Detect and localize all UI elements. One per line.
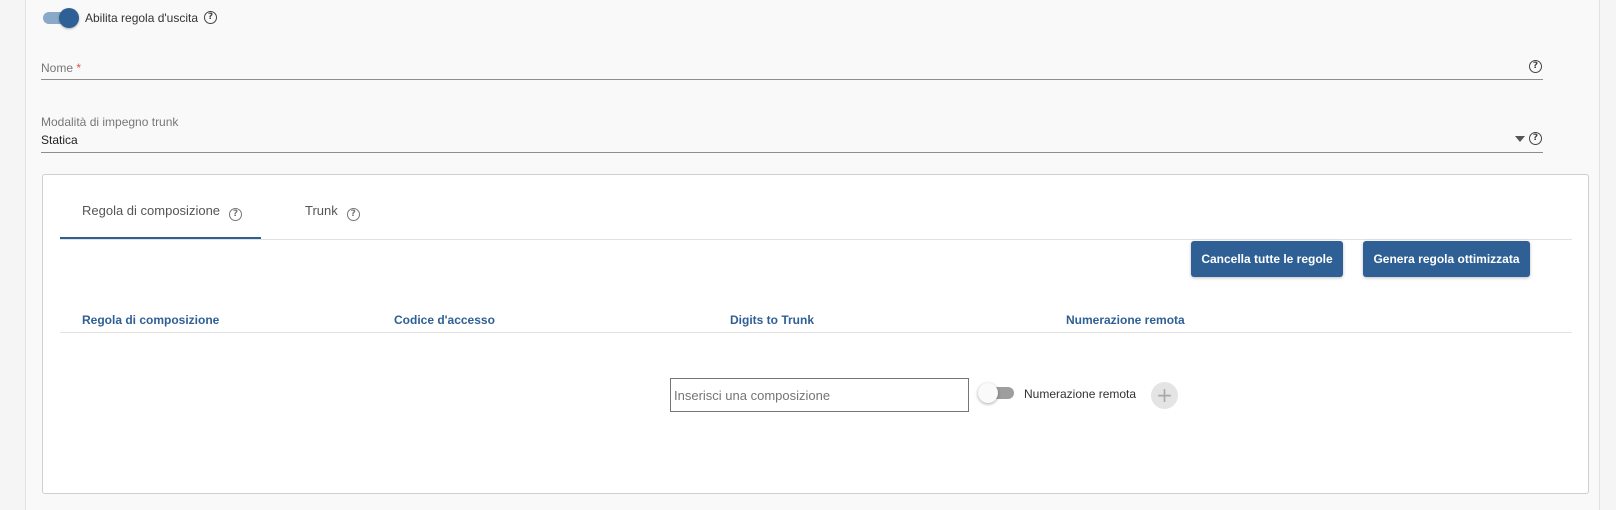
remote-numbering-toggle[interactable] (978, 383, 1014, 403)
toggle-knob (59, 8, 79, 28)
name-field[interactable] (41, 79, 1543, 80)
column-header-digits-to-trunk: Digits to Trunk (730, 313, 814, 327)
question-circle-icon[interactable]: ? (204, 11, 217, 24)
plus-icon[interactable]: + (1151, 382, 1178, 409)
active-tab-indicator (60, 237, 261, 239)
enable-rule-label: Abilita regola d'uscita (85, 11, 199, 25)
question-circle-icon[interactable]: ? (1529, 132, 1542, 145)
trunk-mode-select[interactable]: Statica (41, 133, 78, 147)
trunk-mode-underline (41, 152, 1543, 153)
question-circle-icon[interactable]: ? (1529, 60, 1542, 73)
required-mark: * (76, 61, 82, 75)
enable-rule-toggle[interactable] (43, 8, 79, 28)
column-header-dial-rule: Regola di composizione (82, 313, 220, 327)
table-header-divider (60, 332, 1572, 333)
question-circle-icon[interactable]: ? (229, 208, 243, 221)
remote-numbering-label: Numerazione remota (1024, 387, 1137, 401)
tab-label: Trunk (305, 203, 338, 218)
tab-label: Regola di composizione (82, 203, 221, 218)
column-header-access-code: Codice d'accesso (394, 313, 495, 327)
caret-down-icon[interactable] (1515, 136, 1525, 142)
page-background: Abilita regola d'uscita ? Nome * ? Modal… (0, 0, 1616, 510)
tab-divider (60, 239, 1572, 240)
generate-optimized-rule-button[interactable]: Genera regola ottimizzata (1363, 241, 1530, 277)
clear-all-rules-button[interactable]: Cancella tutte le regole (1191, 241, 1343, 277)
column-header-remote-numbering: Numerazione remota (1066, 313, 1185, 327)
trunk-mode-label: Modalità di impegno trunk (41, 115, 179, 129)
tab-trunk[interactable]: Trunk? (305, 203, 360, 221)
question-circle-icon[interactable]: ? (346, 208, 360, 221)
dial-composition-input[interactable] (670, 378, 969, 412)
outbound-rule-panel: Abilita regola d'uscita ? Nome * ? Modal… (25, 0, 1600, 510)
tab-dial-rule[interactable]: Regola di composizione? (82, 203, 243, 221)
toggle-knob (978, 383, 998, 403)
rules-card: Regola di composizione? Trunk? Cancella … (42, 174, 1589, 494)
name-field-label: Nome * (41, 61, 82, 75)
